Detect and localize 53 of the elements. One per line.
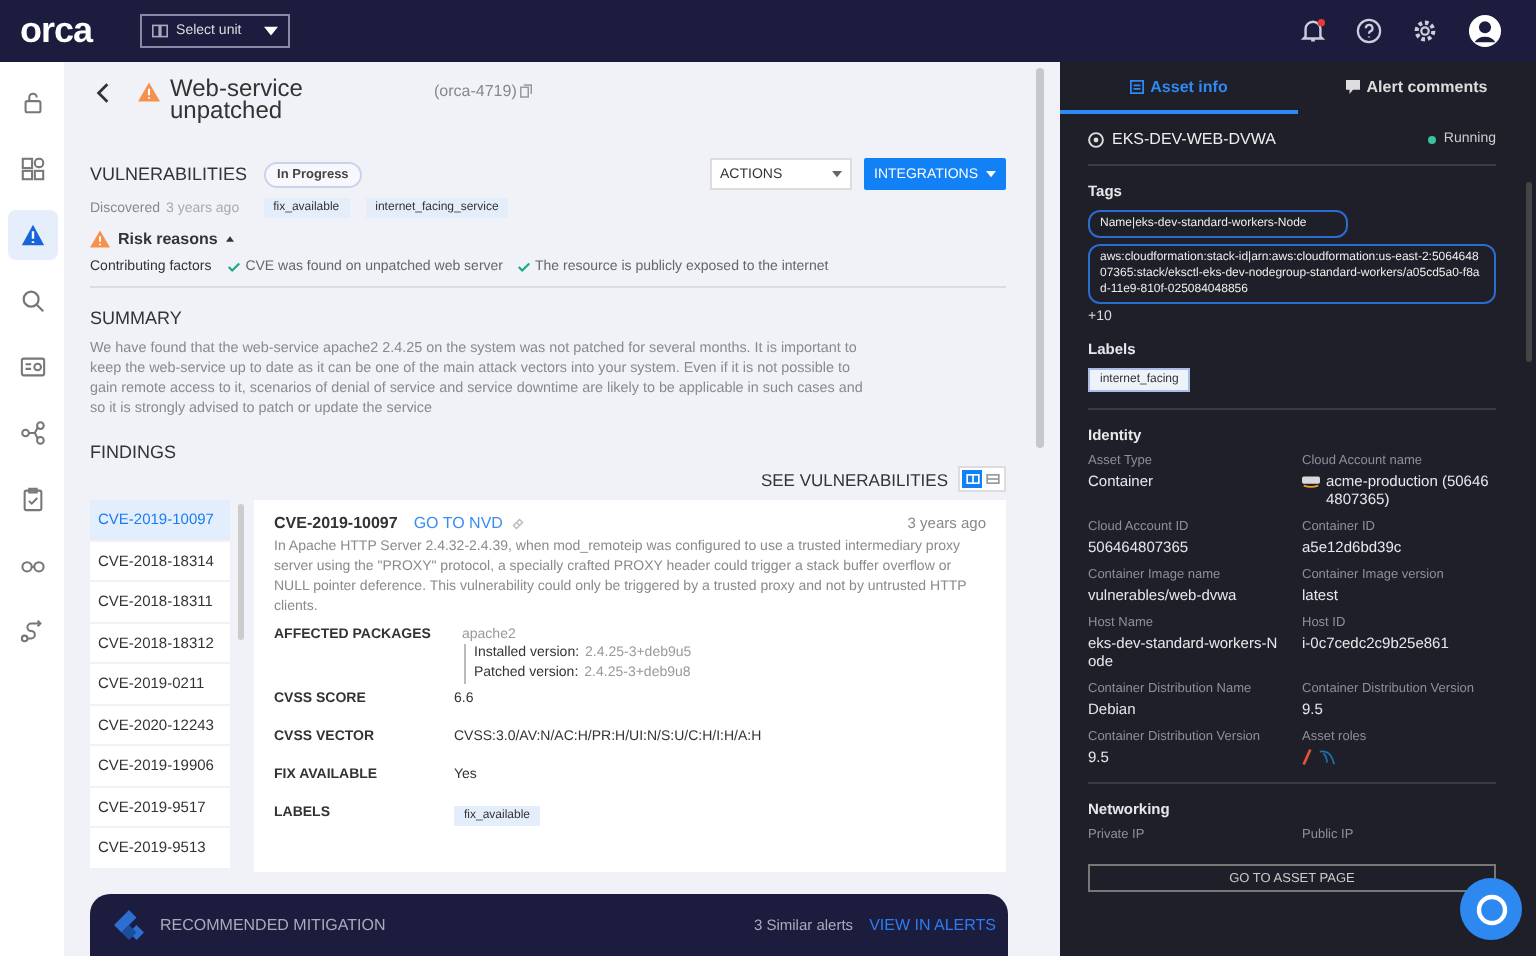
avatar-icon[interactable] xyxy=(1468,14,1502,48)
check-icon xyxy=(227,262,240,272)
view-in-alerts-link[interactable]: VIEW IN ALERTS xyxy=(869,916,996,934)
warning-icon xyxy=(19,222,45,248)
lock-icon xyxy=(19,90,45,116)
summary-heading: SUMMARY xyxy=(90,308,184,328)
caret-icon[interactable] xyxy=(225,236,234,242)
findings-heading: FINDINGS xyxy=(90,442,179,462)
copy-icon[interactable] xyxy=(520,84,533,98)
list-view-button[interactable] xyxy=(982,470,1002,488)
chat-icon xyxy=(1475,893,1507,925)
mitigation-icon xyxy=(114,910,144,940)
container-icon xyxy=(1088,131,1104,147)
caret-icon xyxy=(264,26,279,36)
comment-icon xyxy=(1346,79,1361,93)
back-icon[interactable] xyxy=(96,82,110,104)
unit-icon xyxy=(152,24,169,38)
warning-icon xyxy=(90,230,110,248)
caret-icon xyxy=(986,170,996,178)
link-icon xyxy=(512,517,525,529)
see-vulnerabilities-label: SEE VULNERABILITIES xyxy=(760,469,948,489)
columns-icon xyxy=(965,474,979,484)
mitigation-title[interactable]: RECOMMENDED MITIGATION xyxy=(160,916,386,934)
nav-item[interactable] xyxy=(7,210,57,260)
dashboard-icon xyxy=(19,156,45,182)
risk-reasons-heading[interactable]: Risk reasons xyxy=(118,230,218,248)
rows-icon xyxy=(985,474,999,484)
alert-title: Web-service unpatched xyxy=(170,78,305,122)
panel-tab[interactable]: Alert comments xyxy=(1298,62,1536,114)
caret-icon xyxy=(832,170,843,178)
check-icon xyxy=(517,262,530,272)
graph-icon xyxy=(19,420,45,446)
asset-name: EKS-DEV-WEB-DVWA xyxy=(1112,130,1276,148)
route-icon xyxy=(19,618,45,644)
scrollbar-thumb[interactable] xyxy=(238,504,244,640)
alert-category: VULNERABILITIES xyxy=(90,164,248,184)
bell-icon[interactable] xyxy=(1300,18,1326,44)
cve-id: CVE-2019-10097 xyxy=(274,514,398,532)
alert-id: (orca-4719) xyxy=(434,82,517,100)
panel-tab[interactable]: Asset info xyxy=(1060,62,1298,114)
scrollbar-thumb[interactable] xyxy=(1036,68,1044,448)
warning-icon xyxy=(138,82,160,102)
chat-button[interactable] xyxy=(1460,878,1522,940)
card-icon xyxy=(19,354,45,380)
cloud-provider-icon xyxy=(1302,476,1320,488)
settings-icon[interactable] xyxy=(1412,18,1438,44)
status-dot-icon xyxy=(1427,135,1436,143)
search-icon xyxy=(19,288,45,314)
logo[interactable]: orca xyxy=(20,10,93,52)
split-view-button[interactable] xyxy=(962,470,982,488)
help-icon[interactable] xyxy=(1356,18,1382,44)
clipboard-icon xyxy=(19,486,45,512)
document-icon xyxy=(1130,79,1145,93)
